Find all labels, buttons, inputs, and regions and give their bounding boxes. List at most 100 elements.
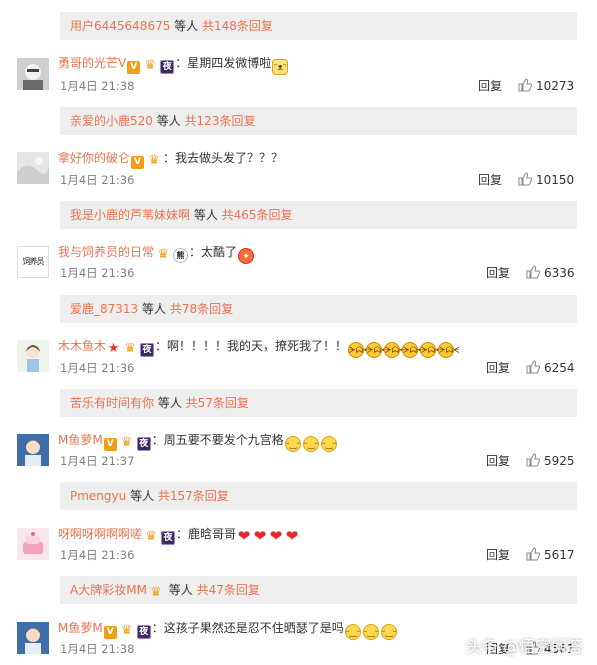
comment-text: ：太酷了 (189, 245, 238, 259)
comment-line: 呀啊呀啊啊啊嗟 ♛ 夜：鹿晗哥哥 ❤ ❤ ❤ ❤ (58, 524, 300, 545)
reply-button[interactable]: 回复 (486, 548, 510, 562)
avatar[interactable] (17, 622, 49, 654)
commenter-name[interactable]: 木木鱼木 (58, 339, 106, 353)
avatar[interactable] (17, 528, 49, 560)
comment-line: 拿好你的破仑 V ♛ ：我去做头发了？？？ (58, 148, 283, 169)
panda-badge-icon: 熊 (173, 248, 189, 263)
grin-emoji-icon: ᵕ‿ᵕ (344, 624, 361, 640)
commenter-name[interactable]: 我与饲养员的日常 (58, 245, 154, 259)
reply-summary-user[interactable]: 亲爱的小鹿520 (70, 114, 153, 128)
reply-count-link[interactable]: 共57条回复 (186, 396, 249, 410)
reply-count-link[interactable]: 共465条回复 (222, 208, 293, 222)
reply-summary-bar[interactable]: A大牌彩妆MM ♛ 等人 共47条回复 (60, 576, 577, 604)
grin-emoji-icon: ᵕ‿ᵕ (302, 436, 319, 452)
thumbs-up-icon[interactable] (526, 453, 541, 467)
reply-summary-bar[interactable]: 爱鹿_87313 等人 共78条回复 (60, 295, 577, 323)
heart-icon: ❤ (269, 527, 283, 545)
reply-summary-user[interactable]: Pmengyu (70, 489, 126, 503)
avatar-label: 饲养员 (22, 257, 45, 266)
thumbs-up-icon[interactable] (526, 547, 541, 561)
reply-summary-user[interactable]: 我是小鹿的芦苇妹妹啊 (70, 208, 190, 222)
comment-time: 1月4日 21:36 (60, 548, 135, 562)
reply-button[interactable]: 回复 (486, 361, 510, 375)
comment-actions: 回复 10273 (478, 77, 574, 95)
reply-summary-bar[interactable]: 我是小鹿的芦苇妹妹啊 等人 共465条回复 (60, 201, 577, 229)
laugh-cry-emoji-icon: ᗒᗣᗕ (348, 342, 370, 358)
reply-summary-bar[interactable]: 用户6445648675 等人 共148条回复 (60, 12, 577, 40)
reply-button[interactable]: 回复 (486, 454, 510, 468)
comment-line: 木木鱼木 ★ ♛ 夜：啊！！！！我的天，撩死我了！！ ᗒᗣᗕᗒᗣᗕᗒᗣᗕᗒᗣᗕᗒᗣᗕᗒᗣ… (58, 336, 460, 358)
reply-count-link[interactable]: 共47条回复 (197, 583, 260, 597)
grin-emoji-icon: ᵕ‿ᵕ (284, 436, 301, 452)
laugh-cry-emoji-icon: ᗒᗣᗕ (384, 342, 406, 358)
night-mode-badge-icon: 夜 (161, 531, 176, 545)
grin-emoji-icon: ᵕ‿ᵕ (380, 624, 397, 640)
commenter-name[interactable]: M鱼萝M (58, 621, 103, 635)
comment-time: 1月4日 21:37 (60, 454, 135, 468)
verified-badge-icon[interactable]: V (131, 156, 145, 169)
night-mode-badge-icon: 夜 (136, 625, 151, 639)
like-count[interactable]: 10273 (536, 79, 574, 93)
thumbs-up-icon[interactable] (526, 265, 541, 279)
laugh-cry-emoji-icon: ᗒᗣᗕ (402, 342, 424, 358)
reply-summary-user[interactable]: 用户6445648675 (70, 19, 170, 33)
reply-summary-bar[interactable]: 亲爱的小鹿520 等人 共123条回复 (60, 107, 577, 135)
crown-icon: ♛ (144, 58, 157, 73)
comment-actions: 回复 6336 (486, 264, 575, 282)
grin-emoji-icon: ᵕ‿ᵕ (320, 436, 337, 452)
avatar[interactable] (17, 340, 49, 372)
comment-text: ：啊！！！！我的天，撩死我了！！ (155, 339, 348, 353)
reply-count-link[interactable]: 共78条回复 (170, 302, 233, 316)
commenter-name[interactable]: 呀啊呀啊啊啊嗟 (58, 527, 142, 541)
reply-summary-user[interactable]: A大牌彩妆MM (70, 583, 147, 597)
reply-summary-bar[interactable]: 苦乐有时间有你 等人 共57条回复 (60, 389, 577, 417)
heart-icon: ❤ (285, 527, 299, 545)
comment-time: 1月4日 21:36 (60, 173, 135, 187)
laugh-cry-emoji-icon: ᗒᗣᗕ (420, 342, 442, 358)
cool-emoji-icon: ✦ (238, 248, 255, 264)
avatar[interactable] (17, 152, 49, 184)
reply-count-link[interactable]: 共148条回复 (202, 19, 273, 33)
like-count[interactable]: 5925 (544, 454, 575, 468)
heart-icon: ❤ (237, 527, 251, 545)
reply-button[interactable]: 回复 (478, 79, 502, 93)
comment-line: 我与饲养员的日常 ♛ 熊：太酷了 ✦ (58, 242, 255, 264)
grin-emoji-icon: ᵕ‿ᵕ (362, 624, 379, 640)
commenter-name[interactable]: 拿好你的破仑 (58, 151, 130, 165)
comment-text: ：这孩子果然还是忍不住晒瑟了是吗 (151, 621, 344, 635)
avatar[interactable] (17, 58, 49, 90)
like-count[interactable]: 6254 (544, 361, 575, 375)
thumbs-up-icon[interactable] (518, 172, 533, 186)
night-mode-badge-icon: 夜 (140, 343, 155, 357)
reply-summary-bar[interactable]: Pmengyu 等人 共157条回复 (60, 482, 577, 510)
verified-badge-icon[interactable]: V (103, 626, 117, 639)
commenter-name[interactable]: 勇哥的光芒V (58, 56, 126, 70)
verified-badge-icon[interactable]: V (103, 438, 117, 451)
comment-line: M鱼萝M V ♛ 夜：周五要不要发个九宫格 ᵕ‿ᵕ ᵕ‿ᵕ ᵕ‿ᵕ (58, 430, 338, 452)
thumbs-up-icon[interactable] (526, 360, 541, 374)
crown-icon: ♛ (124, 341, 136, 356)
comment-actions: 回复 6254 (486, 359, 575, 377)
like-count[interactable]: 6336 (544, 266, 575, 280)
avatar[interactable]: 饲养员 (17, 246, 49, 278)
reply-count-link[interactable]: 共157条回复 (158, 489, 229, 503)
cat-emoji-icon: ᵔᴥᵔ (272, 59, 289, 75)
reply-button[interactable]: 回复 (486, 266, 510, 280)
comment-text: ：鹿晗哥哥 (176, 527, 237, 541)
avatar[interactable] (17, 434, 49, 466)
crown-icon: ♛ (150, 585, 162, 600)
comment-time: 1月4日 21:38 (60, 79, 135, 93)
thumbs-up-icon[interactable] (518, 78, 533, 92)
like-count[interactable]: 10150 (536, 173, 574, 187)
crown-icon: ♛ (120, 435, 133, 450)
like-count[interactable]: 5617 (544, 548, 575, 562)
reply-summary-user[interactable]: 苦乐有时间有你 (70, 396, 154, 410)
night-mode-badge-icon: 夜 (160, 60, 175, 74)
commenter-name[interactable]: M鱼萝M (58, 433, 103, 447)
verified-badge-icon[interactable]: V (127, 61, 141, 74)
reply-button[interactable]: 回复 (478, 173, 502, 187)
reply-summary-user[interactable]: 爱鹿_87313 (70, 302, 138, 316)
comment-actions: 回复 10150 (478, 171, 574, 189)
comment-text: ：星期四发微博啦 (175, 56, 272, 70)
reply-count-link[interactable]: 共123条回复 (185, 114, 256, 128)
